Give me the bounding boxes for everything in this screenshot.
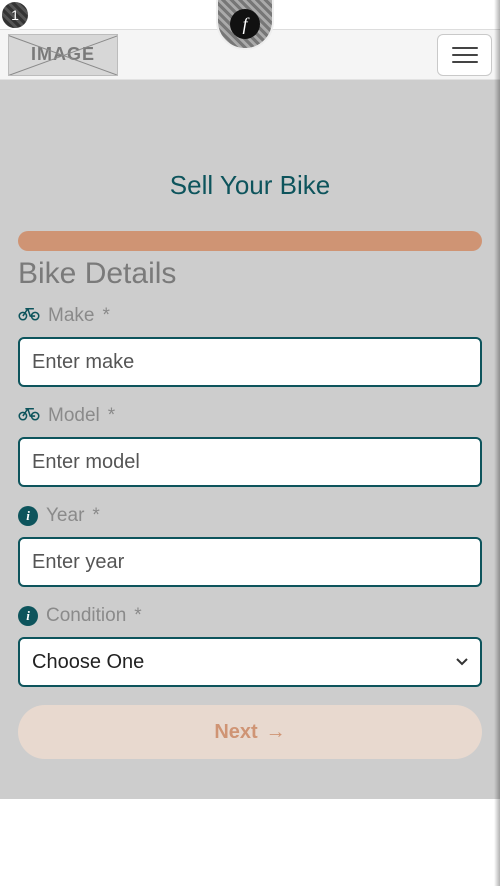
condition-select[interactable]: Choose One [18,637,482,687]
field-condition: i Condition * Choose One [18,605,482,687]
next-button-label: Next [214,721,257,744]
arrow-right-icon: → [266,722,286,742]
logo-text: IMAGE [31,44,95,65]
field-year-label: Year [46,505,84,527]
logo-placeholder[interactable]: IMAGE [8,34,118,76]
field-condition-label-row: i Condition * [18,605,482,627]
page-body: Sell Your Bike Bike Details Make * [0,80,500,799]
next-button[interactable]: Next → [18,705,482,759]
make-input[interactable] [18,337,482,387]
bicycle-icon [18,405,40,427]
form-container: Bike Details Make * [0,231,500,759]
menu-button[interactable] [437,34,492,76]
progress-bar [18,231,482,251]
required-mark: * [102,305,109,327]
required-mark: * [108,405,115,427]
hamburger-icon [452,47,478,63]
required-mark: * [92,505,99,527]
field-year-label-row: i Year * [18,505,482,527]
field-make: Make * [18,305,482,387]
info-icon: i [18,606,38,626]
field-make-label-row: Make * [18,305,482,327]
year-input[interactable] [18,537,482,587]
field-model-label-row: Model * [18,405,482,427]
field-make-label: Make [48,305,94,327]
debug-badge-1: 1 [0,0,30,30]
required-mark: * [134,605,141,627]
field-model: Model * [18,405,482,487]
section-heading: Bike Details [18,257,482,291]
field-model-label: Model [48,405,100,427]
info-icon: i [18,506,38,526]
model-input[interactable] [18,437,482,487]
page-title: Sell Your Bike [0,160,500,231]
field-condition-label: Condition [46,605,126,627]
bicycle-icon [18,305,40,327]
field-year: i Year * [18,505,482,587]
